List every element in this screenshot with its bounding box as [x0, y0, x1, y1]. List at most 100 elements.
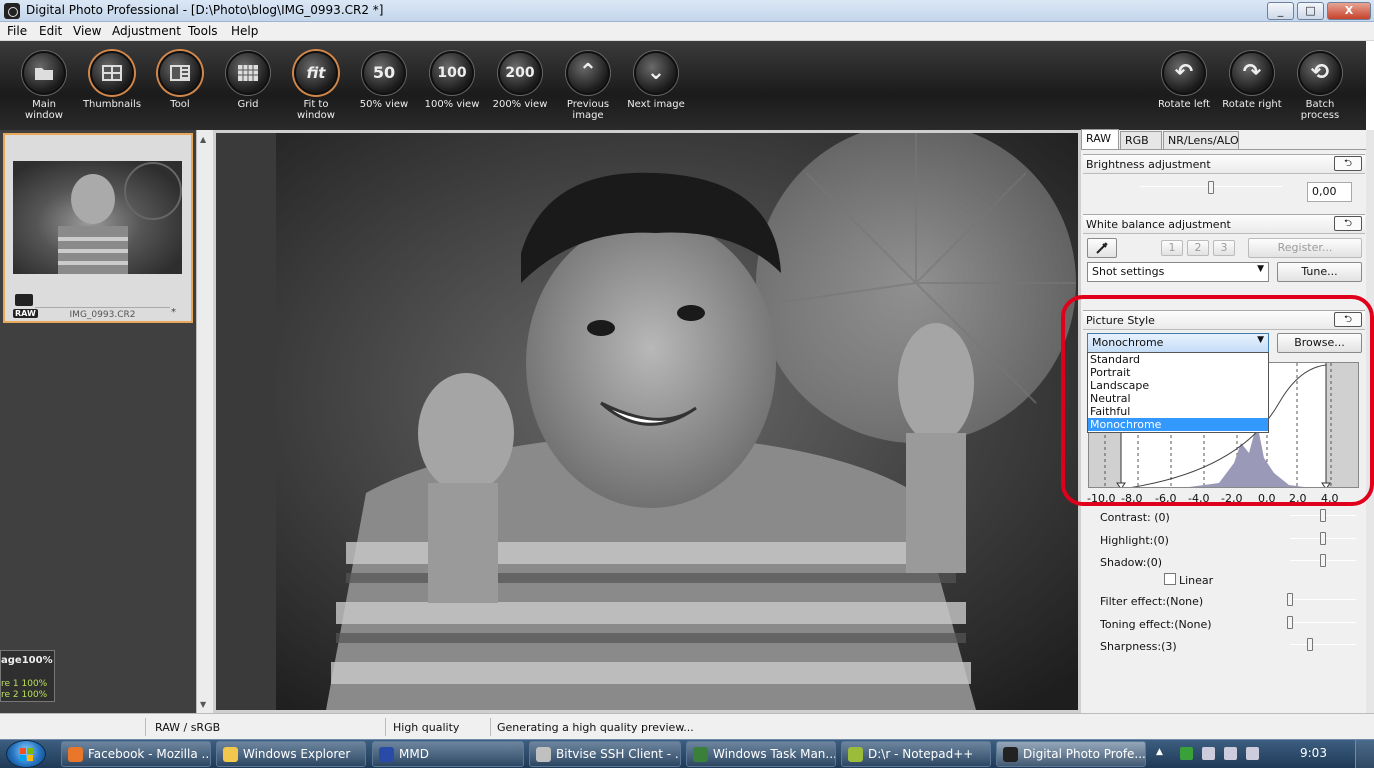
white-balance-header: White balance adjustment ⮌: [1083, 214, 1365, 234]
network-icon[interactable]: [1202, 747, 1215, 760]
wb-tune-button[interactable]: Tune...: [1277, 262, 1362, 282]
view-50-button[interactable]: 50 50% view: [352, 51, 416, 110]
scroll-up-icon[interactable]: ▲: [200, 135, 206, 144]
highlight-slider-thumb[interactable]: [1320, 532, 1326, 545]
contrast-slider-thumb[interactable]: [1320, 509, 1326, 522]
status-quality: High quality: [393, 721, 460, 734]
wb-preset-2-button[interactable]: 2: [1187, 240, 1209, 256]
white-balance-select[interactable]: Shot settings ▼: [1087, 262, 1269, 282]
app-camera-icon: [4, 3, 20, 19]
tab-rgb[interactable]: RGB: [1120, 131, 1162, 150]
annotation-circle: [1061, 295, 1374, 506]
volume-icon[interactable]: [1224, 747, 1237, 760]
close-button[interactable]: X: [1327, 2, 1371, 20]
sharpness-label: Sharpness:(3): [1100, 640, 1177, 653]
menu-bar: File Edit View Adjustment Tools Help: [0, 22, 1374, 41]
view-200-button[interactable]: 200 200% view: [488, 51, 552, 110]
sharpness-slider-track[interactable]: [1290, 644, 1356, 645]
rotate-left-button[interactable]: ↶ Rotate left: [1152, 51, 1216, 110]
taskbar-bitvise[interactable]: Bitvise SSH Client - ...: [529, 741, 681, 767]
tool-button[interactable]: Tool: [148, 51, 212, 110]
toning-effect-slider-thumb[interactable]: [1287, 616, 1293, 629]
thumbnail-image: [13, 161, 182, 274]
chevron-down-icon: ⌄: [634, 51, 678, 95]
window-title: Digital Photo Professional - [D:\Photo\b…: [26, 3, 384, 17]
taskbar-explorer[interactable]: Windows Explorer: [216, 741, 366, 767]
sharpness-slider-thumb[interactable]: [1306, 638, 1313, 651]
grid-button[interactable]: Grid: [216, 51, 280, 110]
clock[interactable]: 9:03: [1300, 746, 1327, 760]
taskbar-mmd[interactable]: MMD: [372, 741, 524, 767]
white-balance-reset-button[interactable]: ⮌: [1334, 216, 1362, 231]
zoom-50-icon: 50: [362, 51, 406, 95]
fit-to-window-button[interactable]: fit Fit to window: [284, 51, 348, 121]
show-desktop-button[interactable]: [1355, 740, 1374, 768]
title-bar: Digital Photo Professional - [D:\Photo\b…: [0, 0, 1374, 22]
firefox-icon: [68, 747, 83, 762]
menu-edit[interactable]: Edit: [39, 24, 62, 38]
tray-expand-icon[interactable]: ▲: [1156, 747, 1163, 757]
taskbar-task-manager[interactable]: Windows Task Man...: [686, 741, 836, 767]
taskbar-firefox[interactable]: Facebook - Mozilla ...: [61, 741, 211, 767]
next-image-button[interactable]: ⌄ Next image: [624, 51, 688, 110]
rotate-right-icon: ↷: [1230, 51, 1274, 95]
mmd-icon: [379, 747, 394, 762]
menu-file[interactable]: File: [7, 24, 27, 38]
start-button[interactable]: [6, 740, 46, 768]
tool-icon: [158, 51, 202, 95]
shadow-label: Shadow:(0): [1100, 556, 1163, 569]
image-preview[interactable]: [213, 130, 1081, 713]
wb-preset-1-button[interactable]: 1: [1161, 240, 1183, 256]
previous-image-button[interactable]: ⌃ Previous image: [556, 51, 620, 121]
tab-raw[interactable]: RAW: [1081, 129, 1119, 150]
brightness-title: Brightness adjustment: [1086, 158, 1211, 171]
menu-adjustment[interactable]: Adjustment: [112, 24, 181, 38]
minimize-button[interactable]: _: [1267, 2, 1294, 20]
zoom-100-icon: 100: [430, 51, 474, 95]
linear-label: Linear: [1179, 574, 1214, 587]
camera-icon: [1003, 747, 1018, 762]
batch-process-button[interactable]: ⟲ Batch process: [1288, 51, 1352, 121]
thumbnail-scrollbar[interactable]: ▲ ▼: [196, 130, 213, 713]
brightness-slider-thumb[interactable]: [1208, 181, 1214, 194]
status-bar: RAW / sRGB High quality Generating a hig…: [0, 713, 1374, 739]
status-message: Generating a high quality preview...: [497, 721, 694, 734]
filter-effect-slider-track[interactable]: [1290, 599, 1356, 600]
status-divider: [490, 718, 491, 736]
fit-icon: fit: [294, 51, 338, 95]
folder-icon: [223, 747, 238, 762]
brightness-header: Brightness adjustment ⮌: [1083, 154, 1365, 174]
thumbnail-item[interactable]: RAW IMG_0993.CR2 *: [3, 133, 193, 323]
linear-checkbox[interactable]: [1164, 573, 1176, 585]
menu-view[interactable]: View: [73, 24, 101, 38]
menu-tools[interactable]: Tools: [188, 24, 218, 38]
zoom-200-icon: 200: [498, 51, 542, 95]
photo-image: [216, 133, 1078, 710]
tab-nr-lens-alo[interactable]: NR/Lens/ALO: [1163, 131, 1239, 150]
taskbar-notepad[interactable]: D:\r - Notepad++: [841, 741, 991, 767]
dropdown-arrow-icon: ▼: [1257, 264, 1264, 274]
taskbar-dpp[interactable]: Digital Photo Profe...: [996, 741, 1146, 767]
rotate-right-button[interactable]: ↷ Rotate right: [1220, 51, 1284, 110]
windows-logo-icon: [20, 748, 33, 761]
shadow-slider-thumb[interactable]: [1320, 554, 1326, 567]
status-color-space: RAW / sRGB: [155, 721, 221, 734]
power-icon[interactable]: [1246, 747, 1259, 760]
security-icon[interactable]: [1180, 747, 1193, 760]
status-divider: [385, 718, 386, 736]
thumbnails-icon: [90, 51, 134, 95]
brightness-value-field[interactable]: 0,00: [1307, 182, 1352, 202]
filter-effect-slider-thumb[interactable]: [1287, 593, 1293, 606]
maximize-button[interactable]: □: [1297, 2, 1324, 20]
wb-preset-3-button[interactable]: 3: [1213, 240, 1235, 256]
eyedropper-button[interactable]: [1087, 238, 1117, 258]
thumbnails-button[interactable]: Thumbnails: [80, 51, 144, 110]
scroll-down-icon[interactable]: ▼: [200, 700, 206, 709]
menu-help[interactable]: Help: [231, 24, 258, 38]
thumbnail-filename: IMG_0993.CR2: [35, 307, 170, 320]
main-window-button[interactable]: Main window: [12, 51, 76, 121]
brightness-reset-button[interactable]: ⮌: [1334, 156, 1362, 171]
view-100-button[interactable]: 100 100% view: [420, 51, 484, 110]
toning-effect-slider-track[interactable]: [1290, 622, 1356, 623]
wb-register-button[interactable]: Register...: [1248, 238, 1362, 258]
